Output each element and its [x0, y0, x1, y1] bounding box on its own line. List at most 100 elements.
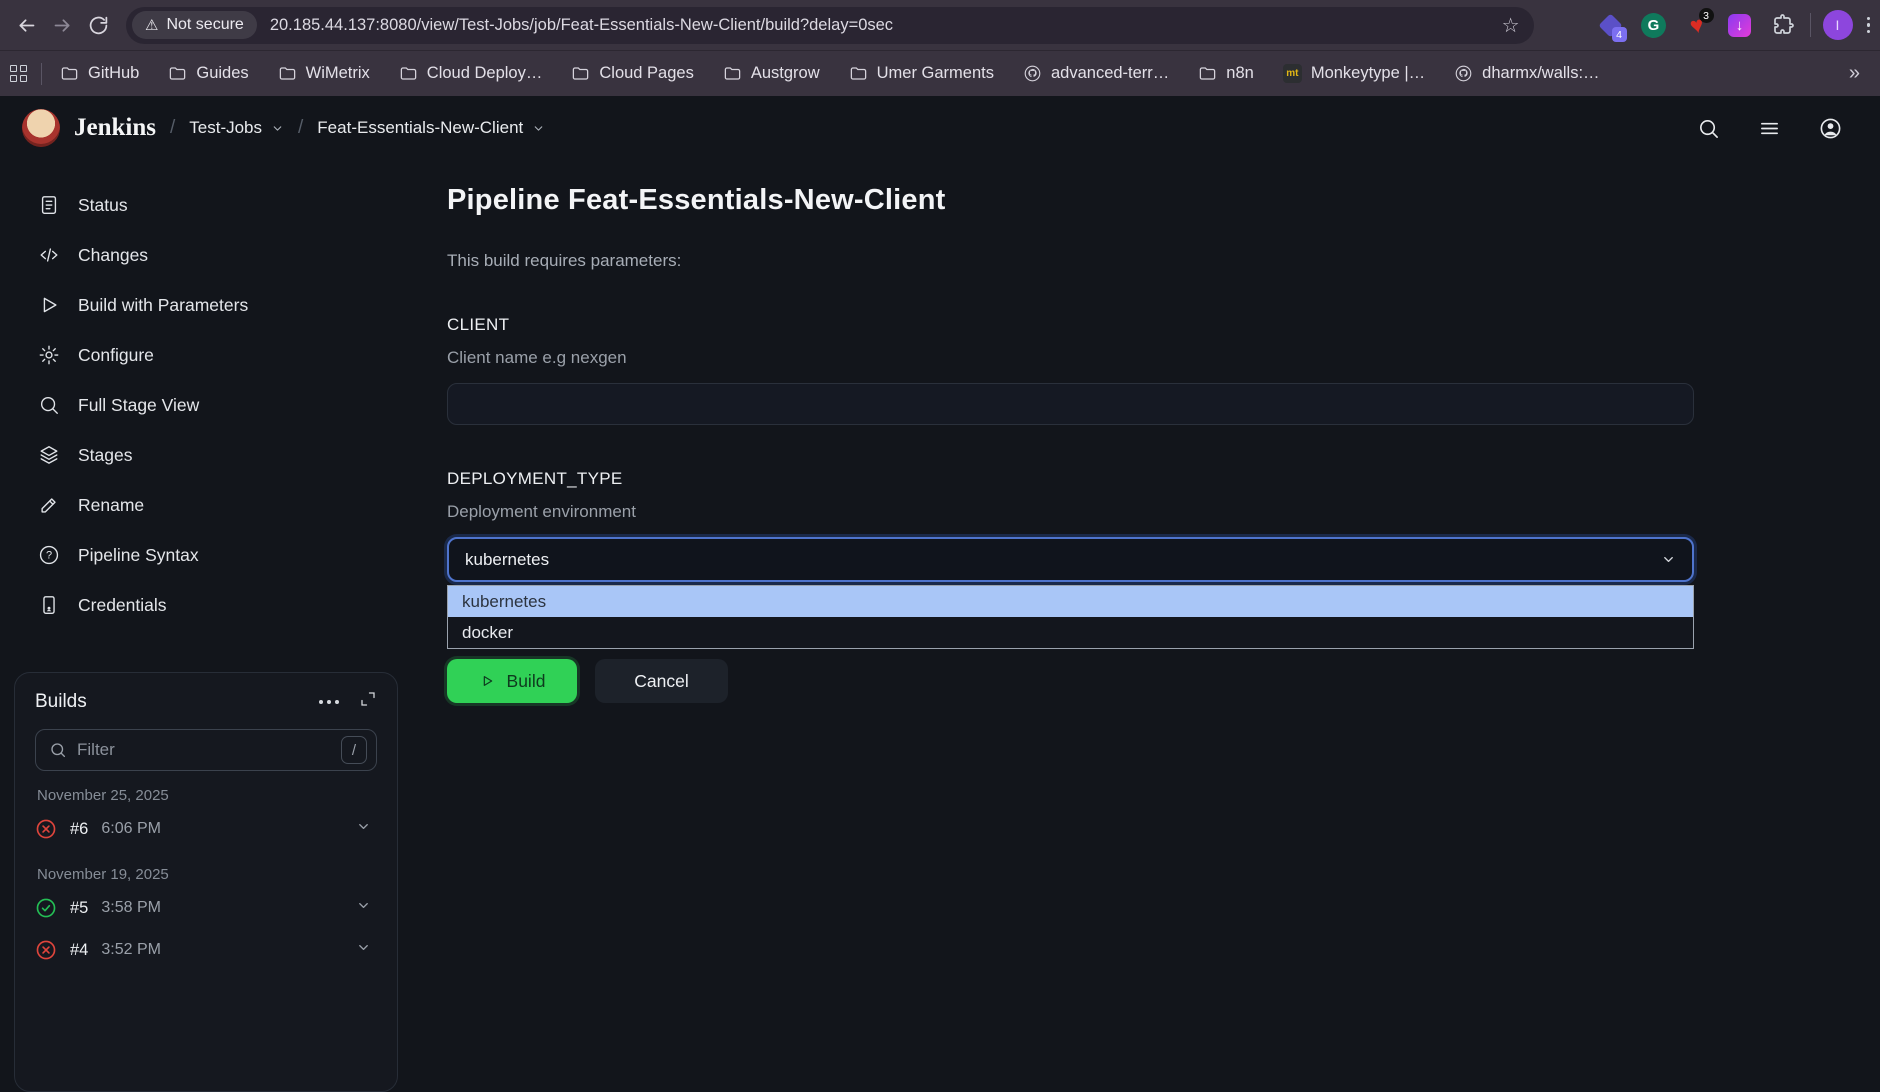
deployment-type-dropdown: kubernetes docker	[447, 585, 1694, 649]
bookmark-folder[interactable]: n8n	[1198, 64, 1254, 83]
bookmark-folder[interactable]: Umer Garments	[849, 64, 994, 83]
chevron-down-icon[interactable]	[356, 940, 371, 960]
sidebar-item-pipeline-syntax[interactable]: ? Pipeline Syntax	[0, 530, 430, 580]
chevron-down-icon[interactable]	[356, 898, 371, 918]
chevron-down-icon	[532, 122, 545, 135]
dropdown-option-docker[interactable]: docker	[448, 617, 1693, 648]
client-input[interactable]	[447, 383, 1694, 425]
extension-heart-icon[interactable]: ♥ 3	[1684, 12, 1710, 38]
sidebar-item-full-stage-view[interactable]: Full Stage View	[0, 380, 430, 430]
document-icon	[38, 194, 60, 216]
dropdown-option-kubernetes[interactable]: kubernetes	[448, 586, 1693, 617]
param-name-deployment-type: DEPLOYMENT_TYPE	[447, 469, 1694, 489]
builds-title: Builds	[35, 691, 87, 713]
jenkins-header: Jenkins / Test-Jobs / Feat-Essentials-Ne…	[0, 96, 1880, 160]
filter-input[interactable]	[77, 740, 331, 760]
bookmark-github[interactable]: dharmx/walls:…	[1454, 64, 1599, 83]
builds-expand-icon[interactable]	[359, 690, 377, 713]
build-time: 6:06 PM	[101, 820, 161, 838]
chevron-down-icon	[271, 122, 284, 135]
search-icon[interactable]	[1697, 117, 1720, 140]
back-icon[interactable]	[8, 7, 44, 43]
sidebar-item-rename[interactable]: Rename	[0, 480, 430, 530]
jenkins-brand[interactable]: Jenkins	[74, 114, 156, 142]
build-time: 3:52 PM	[101, 941, 161, 959]
bookmark-star-icon[interactable]: ☆	[1502, 13, 1520, 38]
sidebar-item-configure[interactable]: Configure	[0, 330, 430, 380]
monkeytype-icon: mt	[1283, 64, 1302, 83]
build-intro-text: This build requires parameters:	[447, 251, 1694, 271]
gear-icon	[38, 344, 60, 366]
bookmark-folder[interactable]: Cloud Deploy…	[399, 64, 543, 83]
site-security-chip[interactable]: ⚠ Not secure	[132, 11, 257, 39]
form-actions: Build Cancel	[447, 659, 1694, 703]
param-desc-deployment-type: Deployment environment	[447, 502, 1694, 522]
extension-raindrop-icon[interactable]: 4	[1598, 12, 1624, 38]
build-id: #4	[70, 941, 88, 960]
jenkins-app: Jenkins / Test-Jobs / Feat-Essentials-Ne…	[0, 96, 1880, 986]
builds-panel: Builds / November 25, 2025	[14, 672, 398, 1092]
builds-filter: /	[35, 729, 377, 771]
forward-icon[interactable]	[44, 7, 80, 43]
sidebar-item-credentials[interactable]: Credentials	[0, 580, 430, 630]
bookmark-folder[interactable]: Cloud Pages	[571, 64, 693, 83]
build-row[interactable]: #4 3:52 PM	[35, 929, 377, 971]
address-bar[interactable]: ⚠ Not secure 20.185.44.137:8080/view/Tes…	[126, 7, 1534, 44]
extension-badge: 3	[1699, 8, 1714, 23]
cancel-button[interactable]: Cancel	[595, 659, 728, 703]
sidebar-item-changes[interactable]: Changes	[0, 230, 430, 280]
build-row[interactable]: #6 6:06 PM	[35, 808, 377, 850]
param-desc-client: Client name e.g nexgen	[447, 348, 1694, 368]
pencil-icon	[38, 494, 60, 516]
toolbar-separator	[1810, 13, 1811, 37]
chevron-down-icon[interactable]	[356, 819, 371, 839]
extensions-puzzle-icon[interactable]	[1770, 12, 1796, 38]
build-date-label: November 25, 2025	[37, 787, 377, 804]
search-icon	[49, 741, 67, 759]
deployment-type-select[interactable]: kubernetes	[447, 537, 1694, 582]
folder-icon	[278, 64, 297, 83]
builds-more-icon[interactable]	[319, 700, 339, 704]
header-actions	[1697, 117, 1842, 140]
bookmark-github[interactable]: advanced-terr…	[1023, 64, 1169, 83]
bookmark-folder[interactable]: Guides	[168, 64, 248, 83]
folder-icon	[168, 64, 187, 83]
browser-profile-avatar[interactable]: I	[1823, 10, 1853, 40]
extension-badge: 4	[1612, 27, 1627, 42]
apps-grid-icon[interactable]	[10, 65, 27, 82]
github-icon	[1023, 64, 1042, 83]
breadcrumb-job-name[interactable]: Feat-Essentials-New-Client	[317, 118, 545, 138]
filter-shortcut-badge: /	[341, 736, 367, 764]
breadcrumb-job-group[interactable]: Test-Jobs	[189, 118, 284, 138]
extension-grammarly-icon[interactable]: G	[1641, 12, 1667, 38]
sidebar-item-build-with-parameters[interactable]: Build with Parameters	[0, 280, 430, 330]
user-avatar-icon[interactable]	[1819, 117, 1842, 140]
sidebar-item-stages[interactable]: Stages	[0, 430, 430, 480]
url-text[interactable]: 20.185.44.137:8080/view/Test-Jobs/job/Fe…	[270, 16, 1492, 35]
main-content: Pipeline Feat-Essentials-New-Client This…	[447, 184, 1694, 703]
build-id: #6	[70, 820, 88, 839]
help-circle-icon: ?	[38, 544, 60, 566]
build-row[interactable]: #5 3:58 PM	[35, 887, 377, 929]
bookmarks-overflow-chevron[interactable]: »	[1849, 62, 1860, 85]
code-icon	[38, 244, 60, 266]
menu-icon[interactable]	[1758, 117, 1781, 140]
browser-menu-icon[interactable]	[1867, 17, 1871, 34]
build-button[interactable]: Build	[447, 659, 577, 703]
param-name-client: CLIENT	[447, 315, 1694, 335]
bookmark-folder[interactable]: WiMetrix	[278, 64, 370, 83]
bookmark-folder[interactable]: Austgrow	[723, 64, 820, 83]
jenkins-logo[interactable]	[22, 109, 60, 147]
refresh-icon[interactable]	[80, 7, 116, 43]
page-title: Pipeline Feat-Essentials-New-Client	[447, 184, 1694, 217]
build-time: 3:58 PM	[101, 899, 161, 917]
svg-text:?: ?	[46, 550, 52, 562]
folder-icon	[723, 64, 742, 83]
folder-icon	[399, 64, 418, 83]
bookmark-monkeytype[interactable]: mt Monkeytype |…	[1283, 64, 1425, 83]
folder-icon	[1198, 64, 1217, 83]
extension-downloader-icon[interactable]: ↓	[1727, 12, 1753, 38]
sidebar-item-status[interactable]: Status	[0, 180, 430, 230]
security-label: Not secure	[166, 16, 243, 34]
bookmark-folder[interactable]: GitHub	[60, 64, 139, 83]
